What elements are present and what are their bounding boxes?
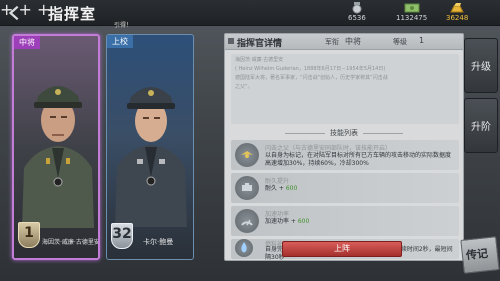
top-note: 引得！ [114,22,133,29]
flame-icon [235,239,253,257]
armor-icon [235,176,259,200]
promote-button[interactable]: 升阶 [464,98,498,153]
biography-label: 传记 [465,246,489,263]
level-badge: 32 [111,223,133,249]
biography: 海因茨·威廉·古德里安 ( Heinz Wilhelm Guderian，188… [231,54,459,124]
cash-count: 1132475 [396,14,428,22]
bio-line: 德国陆军大将，著名军事家，“闪击战”创始人，历史学家称其“闪击战 [235,75,388,81]
rank-value: 中将 [345,37,361,46]
back-arrow-icon [8,5,19,21]
skill-description: 以自身为标记，在对陆军目标对所有已方车辆的攻击移动的实际数据度高速增加30%，持… [265,152,452,167]
banknote-icon [404,3,420,13]
level-value: 1 [419,36,425,45]
panel-header: 指挥官详情 军衔 中将 等级 1 [225,34,463,50]
level-label: 等级 [393,38,407,46]
commander-portrait [22,86,94,228]
panel-title: 指挥官详情 [237,39,283,49]
commander-portrait [115,87,187,227]
skill-description: 耐久 + 600 [265,185,298,192]
resource-cash: 1132475 [396,2,427,22]
top-bar: 指挥室 引得！ 6536 + 1132475 + 36248 + [0,0,500,29]
level-badge: 1 [18,222,40,248]
speed-icon [235,209,259,233]
commander-name: 卡尔·鲍曼 [143,238,174,246]
upgrade-button[interactable]: 升级 [464,38,498,93]
skill-name: 加速功率 [265,211,290,218]
skill-item[interactable]: 加速功率 加速功率 + 600 [231,206,459,236]
biography-button[interactable]: 传记 [458,236,500,274]
commander-card-guderian[interactable]: 中将 1 海因茨·威廉·古德里安 [12,34,100,260]
bio-line: ( Heinz Wilhelm Guderian，1888年6月17日－1954… [235,66,386,72]
commander-detail-panel: 指挥官详情 军衔 中将 等级 1 海因茨·威廉·古德里安 ( Heinz Wil… [224,33,464,261]
gold-count: 36248 [446,14,469,22]
skill-item[interactable]: 耐久提升 耐久 + 600 [231,173,459,203]
medal-icon [352,2,362,14]
commander-name: 海因茨·威廉·古德里安 [42,239,100,246]
skill-description: 加速功率 + 600 [265,218,310,225]
resource-gold: 36248 [446,2,468,22]
deploy-button[interactable]: 上阵 [282,241,402,257]
wings-icon [235,143,259,167]
rank-label: 军衔 [325,38,339,46]
bio-line: 海因茨·威廉·古德里安 [235,57,284,63]
back-button[interactable] [4,2,26,24]
skills-heading: 技能列表 [225,128,463,138]
skill-name: 闪击之父（与古德里安同部队时，该技能开启） [265,145,392,152]
skill-item[interactable]: 闪击之父（与古德里安同部队时，该技能开启） 以自身为标记，在对陆军目标对所有已方… [231,140,459,170]
bio-line: 之父”。 [235,84,253,90]
commander-card-bauman[interactable]: 上校 32 卡尔·鲍曼 [106,34,194,260]
gold-bar-icon [450,3,464,13]
bullet-icon [228,38,234,44]
skill-name: 耐久提升 [265,178,290,185]
medal-count: 6536 [348,14,366,22]
page-title: 指挥室 [48,5,97,23]
resource-medals: 6536 [348,2,366,22]
